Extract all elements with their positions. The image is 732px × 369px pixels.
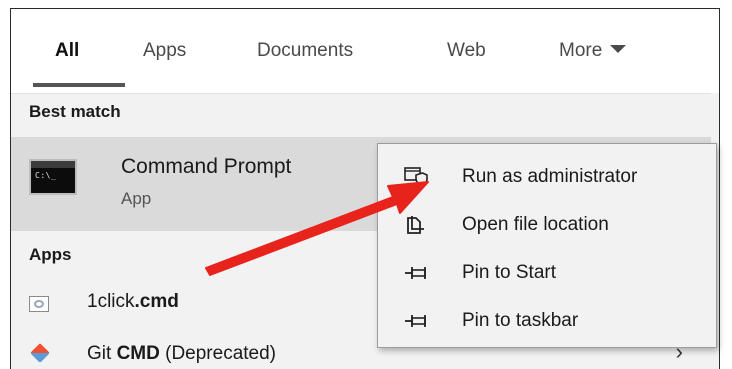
pin-icon	[405, 315, 426, 327]
command-prompt-icon: C:\_	[29, 159, 77, 195]
menu-item-run-as-administrator[interactable]: Run as administrator	[378, 152, 716, 200]
app-result-name: Git CMD (Deprecated)	[87, 343, 276, 365]
menu-item-pin-to-taskbar[interactable]: Pin to taskbar	[378, 296, 716, 344]
folder-icon	[407, 216, 424, 234]
gear-icon	[34, 300, 44, 308]
active-tab-indicator	[33, 83, 125, 87]
app-name-prefix: 1click	[87, 291, 135, 312]
tab-apps[interactable]: Apps	[143, 40, 186, 62]
pin-icon	[405, 267, 426, 279]
app-result-name: 1click.cmd	[87, 291, 179, 313]
app-name-suffix: (Deprecated)	[159, 343, 277, 364]
menu-item-label: Pin to taskbar	[462, 310, 579, 331]
shield-icon	[404, 167, 428, 187]
best-match-title: Command Prompt	[121, 155, 292, 178]
context-menu: Run as administrator Open file location …	[377, 143, 717, 348]
tab-documents[interactable]: Documents	[257, 40, 353, 62]
app-name-match: .cmd	[134, 291, 179, 312]
cmd-icon-titlebar	[31, 161, 75, 168]
tab-more[interactable]: More	[559, 40, 627, 62]
tab-web[interactable]: Web	[447, 40, 486, 62]
best-match-heading: Best match	[29, 102, 121, 121]
menu-item-label: Pin to Start	[462, 262, 556, 283]
apps-heading: Apps	[29, 245, 72, 264]
git-icon	[30, 343, 50, 363]
best-match-subtitle: App	[121, 189, 152, 208]
search-tab-bar: All Apps Documents Web More	[11, 9, 719, 94]
cmd-file-icon	[29, 296, 49, 312]
menu-item-label: Open file location	[462, 214, 609, 235]
tab-all[interactable]: All	[55, 40, 79, 62]
app-name-prefix: Git	[87, 343, 117, 364]
app-name-match: CMD	[116, 343, 160, 364]
cmd-icon-prompt: C:\_	[35, 171, 57, 180]
tab-more-label: More	[559, 40, 603, 61]
menu-item-open-file-location[interactable]: Open file location	[378, 200, 716, 248]
menu-item-pin-to-start[interactable]: Pin to Start	[378, 248, 716, 296]
menu-item-label: Run as administrator	[462, 166, 638, 187]
caret-down-icon	[610, 45, 627, 53]
